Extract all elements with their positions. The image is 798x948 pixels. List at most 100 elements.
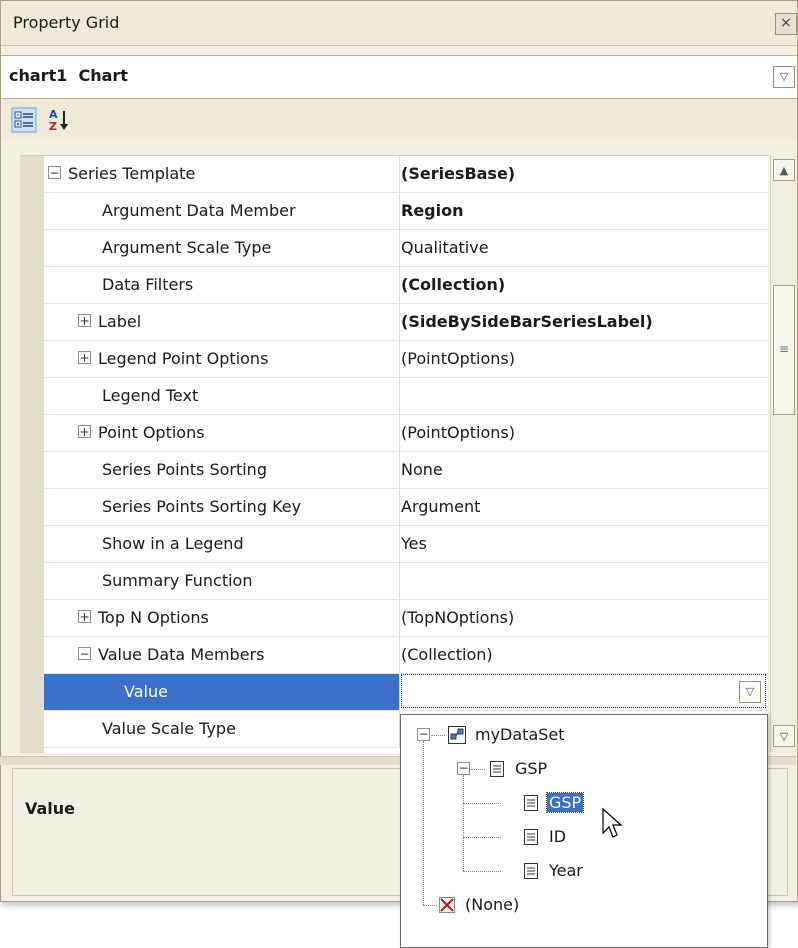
expand-icon[interactable]: + — [78, 351, 91, 364]
property-name: Legend Point Options — [98, 349, 269, 368]
property-row[interactable]: + Point Options (PointOptions) — [44, 415, 768, 452]
window-title: Property Grid — [13, 13, 120, 32]
property-name-cell[interactable]: − Series Template — [44, 156, 400, 192]
property-value[interactable]: Qualitative — [401, 238, 489, 257]
value-editor[interactable]: ▽ — [401, 674, 766, 708]
chevron-down-icon[interactable]: ▽ — [773, 66, 795, 88]
property-value[interactable]: (PointOptions) — [401, 423, 515, 442]
grid-gutter — [20, 156, 44, 753]
table-icon — [487, 759, 507, 783]
property-grid: − Series Template (SeriesBase) Argument Dat… — [20, 155, 768, 753]
alphabetical-sort-icon[interactable]: A Z — [47, 107, 73, 133]
close-icon[interactable]: × — [775, 13, 797, 35]
property-value[interactable]: (Collection) — [401, 275, 505, 294]
svg-text:Z: Z — [49, 120, 57, 133]
tree-connector — [463, 803, 501, 804]
property-row[interactable]: Legend Text — [44, 378, 768, 415]
field-icon — [521, 861, 541, 885]
property-name-cell[interactable]: Argument Scale Type — [44, 230, 400, 266]
property-row[interactable]: Series Points Sorting Key Argument — [44, 489, 768, 526]
expand-icon[interactable]: + — [78, 610, 91, 623]
property-name-cell[interactable]: Series Points Sorting — [44, 452, 400, 488]
tree-connector — [423, 905, 437, 906]
tree-node-label: Year — [549, 861, 583, 880]
expand-icon[interactable]: + — [78, 314, 91, 327]
property-name: Top N Options — [98, 608, 209, 627]
property-name-cell[interactable]: Argument Data Member — [44, 193, 400, 229]
property-name: Point Options — [98, 423, 205, 442]
property-name-cell[interactable]: Data Filters — [44, 267, 400, 303]
property-name-cell[interactable]: + Label — [44, 304, 400, 340]
property-value[interactable]: Yes — [401, 534, 427, 553]
tree-node-label: (None) — [465, 895, 520, 914]
scroll-thumb[interactable]: ≡ — [773, 285, 795, 415]
property-name: Label — [98, 312, 142, 331]
vertical-scrollbar[interactable]: ▲ ≡ ▽ — [770, 155, 797, 752]
property-name: Value Scale Type — [102, 719, 236, 738]
property-row[interactable]: Data Filters (Collection) — [44, 267, 768, 304]
property-name-cell[interactable]: Value — [44, 674, 400, 710]
property-row[interactable]: − Value Data Members (Collection) — [44, 637, 768, 674]
object-type: Chart — [78, 66, 128, 85]
property-name: Series Points Sorting — [102, 460, 267, 479]
property-value[interactable]: (SeriesBase) — [401, 164, 515, 183]
toolbar: A Z — [1, 99, 797, 141]
property-name: Show in a Legend — [102, 534, 244, 553]
chevron-down-icon[interactable]: ▽ — [739, 681, 761, 703]
dataset-icon — [447, 725, 467, 749]
tree-connector — [463, 871, 501, 872]
collapse-icon[interactable]: − — [48, 166, 61, 179]
property-row[interactable]: − Series Template (SeriesBase) — [44, 156, 768, 193]
property-row[interactable]: Value ▽ — [44, 674, 768, 711]
property-row[interactable]: Show in a Legend Yes — [44, 526, 768, 563]
property-name: Summary Function — [102, 571, 253, 590]
expand-icon[interactable]: + — [78, 425, 91, 438]
categorized-view-icon[interactable] — [11, 107, 37, 133]
property-value[interactable]: None — [401, 460, 443, 479]
property-name-cell[interactable]: Value Scale Type — [44, 711, 400, 747]
tree-connector — [431, 735, 445, 736]
collapse-icon[interactable]: − — [417, 728, 430, 741]
property-name-cell[interactable]: + Legend Point Options — [44, 341, 400, 377]
property-value[interactable]: Region — [401, 201, 464, 220]
property-name-cell[interactable]: + Point Options — [44, 415, 400, 451]
property-row[interactable]: + Top N Options (TopNOptions) — [44, 600, 768, 637]
tree-node-label: ID — [549, 827, 567, 846]
property-name-cell[interactable]: Show in a Legend — [44, 526, 400, 562]
property-name-cell[interactable]: Summary Function — [44, 563, 400, 599]
property-name: Value Data Members — [98, 645, 265, 664]
none-icon — [437, 895, 457, 919]
property-value[interactable]: (SideBySideBarSeriesLabel) — [401, 312, 653, 331]
object-name: chart1 Chart — [9, 66, 128, 85]
property-name: Legend Text — [102, 386, 199, 405]
property-name-cell[interactable]: Legend Text — [44, 378, 400, 414]
property-name: Argument Data Member — [102, 201, 296, 220]
property-name-cell[interactable]: − Value Data Members — [44, 637, 400, 673]
property-row[interactable]: Series Points Sorting None — [44, 452, 768, 489]
description-title: Value — [25, 799, 76, 818]
property-row[interactable]: + Label (SideBySideBarSeriesLabel) — [44, 304, 768, 341]
tree-node-label: GSP — [545, 792, 585, 813]
tree-connector — [471, 769, 485, 770]
property-value[interactable]: (PointOptions) — [401, 349, 515, 368]
collapse-icon[interactable]: − — [78, 647, 91, 660]
property-value[interactable]: (TopNOptions) — [401, 608, 514, 627]
property-row[interactable]: Summary Function — [44, 563, 768, 600]
collapse-icon[interactable]: − — [457, 762, 470, 775]
field-icon — [521, 827, 541, 851]
tree-node-label: myDataSet — [475, 725, 565, 744]
property-name: Series Points Sorting Key — [102, 497, 302, 516]
property-row[interactable]: Argument Scale Type Qualitative — [44, 230, 768, 267]
data-member-dropdown[interactable]: − myDataSet − GSP GSP ID Year (None) — [400, 714, 768, 948]
tree-connector — [423, 741, 424, 905]
property-name: Value — [124, 682, 168, 701]
object-selector[interactable]: chart1 Chart ▽ — [1, 55, 797, 99]
scroll-down-icon[interactable]: ▽ — [773, 725, 795, 747]
property-value[interactable]: Argument — [401, 497, 480, 516]
scroll-up-icon[interactable]: ▲ — [773, 159, 795, 181]
property-row[interactable]: Argument Data Member Region — [44, 193, 768, 230]
property-name-cell[interactable]: + Top N Options — [44, 600, 400, 636]
property-value[interactable]: (Collection) — [401, 645, 493, 664]
property-name-cell[interactable]: Series Points Sorting Key — [44, 489, 400, 525]
property-row[interactable]: + Legend Point Options (PointOptions) — [44, 341, 768, 378]
